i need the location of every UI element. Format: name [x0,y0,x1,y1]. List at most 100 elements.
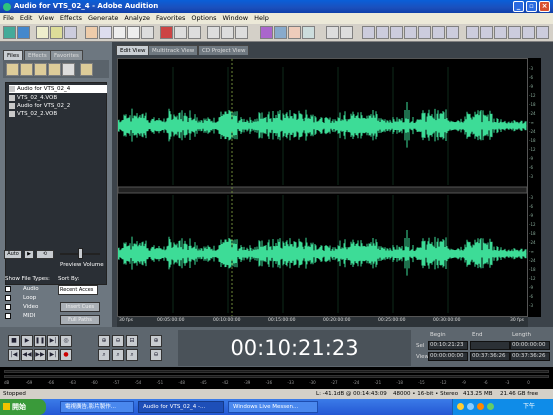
layout-3-icon[interactable] [494,26,507,39]
stop-icon[interactable]: ■ [8,335,20,347]
fast-forward-icon[interactable]: ▶▶ [34,349,46,361]
file-item[interactable]: Audio for VTS_02_4 [9,85,107,93]
marquee-icon[interactable] [221,26,234,39]
hybrid-icon[interactable] [302,26,315,39]
edit-view-icon[interactable] [3,26,16,39]
file-item[interactable]: Audio for VTS_02_2 [9,102,70,110]
tab-cd-project-view[interactable]: CD Project View [198,45,250,55]
midi-checkbox[interactable] [5,313,11,319]
preview-volume-thumb[interactable] [78,248,83,259]
info-icon[interactable] [340,26,353,39]
list-icon[interactable] [418,26,431,39]
sel-length-field[interactable]: 00:00:00:00 [510,341,550,350]
zoom-in-horizontal-icon[interactable]: ⊕ [98,335,110,347]
insert-cd-icon[interactable] [62,63,75,76]
grid-icon[interactable] [404,26,417,39]
maximize-button[interactable]: ▫ [526,1,537,12]
tab-files[interactable]: Files [3,50,24,60]
edit-file-icon[interactable] [34,63,47,76]
play-to-end-icon[interactable]: ▶| [47,335,59,347]
view-end-field[interactable]: 00:37:36:26 [470,352,510,361]
play-looped-icon[interactable]: ◎ [60,335,72,347]
layout-4-icon[interactable] [508,26,521,39]
menu-edit[interactable]: Edit [17,13,36,24]
align-center-icon[interactable] [376,26,389,39]
insert-cues-button[interactable]: Insert Cues [60,302,100,312]
tab-favorites[interactable]: Favorites [50,50,83,60]
close-button[interactable]: × [539,1,550,12]
save-icon[interactable] [64,26,77,39]
pause-icon[interactable]: ❚❚ [34,335,46,347]
zoom-out-vertical-icon[interactable]: ⊖ [150,349,162,361]
menu-analyze[interactable]: Analyze [121,13,153,24]
menu-help[interactable]: Help [251,13,272,24]
full-paths-button[interactable]: Full Paths [60,315,100,325]
scrub-icon[interactable] [288,26,301,39]
layout-6-icon[interactable] [536,26,549,39]
timeline-ruler[interactable]: 30 fps 00:05:00:00 00:10:00:00 00:15:00:… [117,317,528,327]
tray-icon[interactable] [477,403,484,410]
layout-1-icon[interactable] [466,26,479,39]
tray-icon[interactable] [467,403,474,410]
sel-end-field[interactable] [470,341,510,350]
waveform-display[interactable] [117,58,528,317]
menu-options[interactable]: Options [188,13,219,24]
audio-checkbox[interactable] [5,286,11,292]
file-item[interactable]: VTS_02_4.VOB [9,94,57,102]
multitrack-icon[interactable] [17,26,30,39]
tray-icon[interactable] [487,403,494,410]
tab-multitrack-view[interactable]: Multitrack View [148,45,199,55]
copy-icon[interactable] [99,26,112,39]
view-length-field[interactable]: 00:37:36:26 [510,352,550,361]
tab-edit-view[interactable]: Edit View [116,45,150,55]
cut-icon[interactable] [85,26,98,39]
loop-preview-icon[interactable]: ⟲ [36,250,54,259]
insert-multitrack-icon[interactable] [48,63,61,76]
paste-icon[interactable] [113,26,126,39]
zoom-out-full-icon[interactable]: ⊟ [126,335,138,347]
preview-play-icon[interactable]: ▶ [24,250,34,259]
auto-play-button[interactable]: Auto [4,250,22,259]
align-left-icon[interactable] [362,26,375,39]
menu-favorites[interactable]: Favorites [153,13,188,24]
import-file-icon[interactable] [6,63,19,76]
layout-2-icon[interactable] [480,26,493,39]
taskbar-item-active[interactable]: Audio for VTS_02_4 -... [138,401,224,413]
zoom-selection-icon[interactable]: ⌕ [126,349,138,361]
start-button[interactable]: 開始 [0,399,46,415]
zoom-in-vertical-icon[interactable]: ⊕ [150,335,162,347]
rewind-icon[interactable]: ◀◀ [21,349,33,361]
record-button-icon[interactable]: ● [60,349,72,361]
layout-5-icon[interactable] [522,26,535,39]
go-to-start-icon[interactable]: |◀ [8,349,20,361]
minimize-button[interactable]: _ [513,1,524,12]
mix-paste-icon[interactable] [127,26,140,39]
loop-checkbox[interactable] [5,295,11,301]
tray-icon[interactable] [457,403,464,410]
sel-begin-field[interactable]: 00:10:21:23 [428,341,468,350]
tab-effects[interactable]: Effects [24,50,51,60]
align-right-icon[interactable] [390,26,403,39]
zoom-to-right-icon[interactable]: ⌕ [112,349,124,361]
new-file-icon[interactable] [36,26,49,39]
zoom-to-left-icon[interactable]: ⌕ [98,349,110,361]
view-begin-field[interactable]: 00:00:00:00 [428,352,468,361]
taskbar-item[interactable]: 電視廣告,影片製作... [60,401,134,413]
close-file-icon[interactable] [20,63,33,76]
menu-effects[interactable]: Effects [57,13,85,24]
spectral-icon[interactable] [260,26,273,39]
menu-window[interactable]: Window [219,13,251,24]
open-file-icon[interactable] [50,26,63,39]
loop-icon[interactable] [274,26,287,39]
redo-icon[interactable] [188,26,201,39]
zoom-out-horizontal-icon[interactable]: ⊖ [112,335,124,347]
trim-icon[interactable] [141,26,154,39]
sort-by-select[interactable]: Recent Acces [58,285,98,295]
file-item[interactable]: VTS_02_2.VOB [9,110,57,118]
record-icon[interactable] [160,26,173,39]
menu-view[interactable]: View [35,13,56,24]
cue-icon[interactable] [326,26,339,39]
video-checkbox[interactable] [5,304,11,310]
undo-icon[interactable] [174,26,187,39]
window-icon[interactable] [432,26,445,39]
